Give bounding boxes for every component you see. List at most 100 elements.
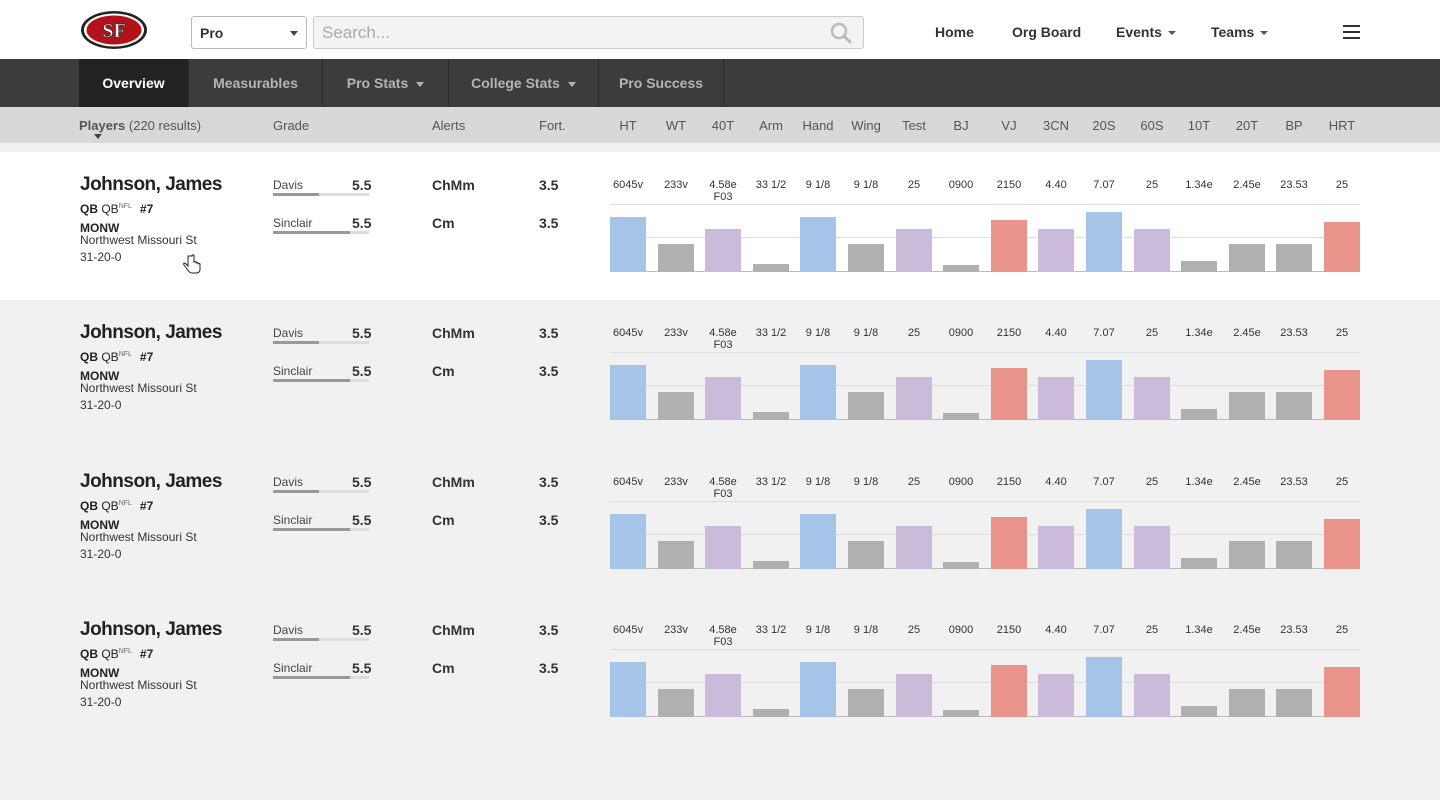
- bar-test[interactable]: [896, 377, 932, 420]
- bar-hrt[interactable]: [1324, 370, 1360, 420]
- column-10t[interactable]: 10T: [1175, 118, 1223, 133]
- bar-wing[interactable]: [848, 541, 884, 569]
- column-40t[interactable]: 40T: [699, 118, 747, 133]
- bar-3cn[interactable]: [1038, 229, 1074, 272]
- bar-10t[interactable]: [1181, 706, 1217, 717]
- column-hrt[interactable]: HRT: [1318, 118, 1366, 133]
- bar-vj[interactable]: [991, 517, 1027, 569]
- bar-hand[interactable]: [800, 514, 836, 569]
- league-selector[interactable]: Pro: [191, 16, 307, 49]
- bar-bp[interactable]: [1276, 244, 1312, 272]
- column-alerts[interactable]: Alerts: [432, 118, 465, 133]
- player-name[interactable]: Johnson, James: [80, 619, 222, 641]
- bar-wing[interactable]: [848, 689, 884, 717]
- column-wing[interactable]: Wing: [842, 118, 890, 133]
- bar-vj[interactable]: [991, 368, 1027, 420]
- bar-ht[interactable]: [610, 217, 646, 272]
- tab-pro-stats[interactable]: Pro Stats: [323, 59, 449, 107]
- bar-40t[interactable]: [705, 674, 741, 717]
- bar-20s[interactable]: [1086, 657, 1122, 717]
- bar-20s[interactable]: [1086, 360, 1122, 420]
- column-fort[interactable]: Fort.: [539, 118, 566, 133]
- bar-20s[interactable]: [1086, 509, 1122, 569]
- bar-40t[interactable]: [705, 377, 741, 420]
- table-row[interactable]: Johnson, James QB QBNFL #7 MONW Northwest Mi…: [0, 300, 1440, 448]
- bar-hrt[interactable]: [1324, 222, 1360, 272]
- column-20s[interactable]: 20S: [1080, 118, 1128, 133]
- table-row[interactable]: Johnson, James QB QBNFL #7 MONW Northwest Mi…: [0, 597, 1440, 745]
- tab-measurables[interactable]: Measurables: [189, 59, 323, 107]
- bar-test[interactable]: [896, 229, 932, 272]
- bar-hrt[interactable]: [1324, 667, 1360, 717]
- search-icon[interactable]: [830, 22, 852, 44]
- bar-test[interactable]: [896, 526, 932, 569]
- column-hand[interactable]: Hand: [794, 118, 842, 133]
- bar-20t[interactable]: [1229, 392, 1265, 420]
- bar-10t[interactable]: [1181, 261, 1217, 272]
- bar-60s[interactable]: [1134, 229, 1170, 272]
- bar-10t[interactable]: [1181, 558, 1217, 569]
- bar-40t[interactable]: [705, 229, 741, 272]
- bar-wt[interactable]: [658, 392, 694, 420]
- search-input[interactable]: [313, 16, 864, 49]
- bar-40t[interactable]: [705, 526, 741, 569]
- nav-teams[interactable]: Teams: [1211, 24, 1269, 40]
- table-row[interactable]: Johnson, James QB QBNFL #7 MONW Northwest Mi…: [0, 449, 1440, 597]
- column-players[interactable]: Players (220 results): [79, 118, 201, 133]
- bar-arm[interactable]: [753, 412, 789, 420]
- bar-bj[interactable]: [943, 562, 979, 569]
- tab-overview[interactable]: Overview: [79, 59, 189, 107]
- nav-events[interactable]: Events: [1116, 24, 1176, 40]
- column-test[interactable]: Test: [890, 118, 938, 133]
- bar-wt[interactable]: [658, 689, 694, 717]
- bar-bj[interactable]: [943, 710, 979, 717]
- bar-ht[interactable]: [610, 365, 646, 420]
- column-arm[interactable]: Arm: [747, 118, 795, 133]
- bar-60s[interactable]: [1134, 526, 1170, 569]
- bar-wt[interactable]: [658, 541, 694, 569]
- bar-ht[interactable]: [610, 662, 646, 717]
- bar-vj[interactable]: [991, 220, 1027, 272]
- bar-bp[interactable]: [1276, 689, 1312, 717]
- bar-hrt[interactable]: [1324, 519, 1360, 569]
- sort-desc-icon[interactable]: [94, 134, 102, 139]
- nav-home[interactable]: Home: [935, 24, 974, 40]
- bar-hand[interactable]: [800, 365, 836, 420]
- bar-20t[interactable]: [1229, 689, 1265, 717]
- team-logo[interactable]: SF: [80, 10, 148, 50]
- bar-arm[interactable]: [753, 709, 789, 717]
- column-20t[interactable]: 20T: [1223, 118, 1271, 133]
- bar-10t[interactable]: [1181, 409, 1217, 420]
- tab-college-stats[interactable]: College Stats: [449, 59, 599, 107]
- bar-3cn[interactable]: [1038, 377, 1074, 420]
- bar-bj[interactable]: [943, 413, 979, 420]
- column-ht[interactable]: HT: [604, 118, 652, 133]
- bar-wing[interactable]: [848, 392, 884, 420]
- nav-org-board[interactable]: Org Board: [1012, 24, 1081, 40]
- menu-icon[interactable]: [1343, 25, 1360, 39]
- bar-hand[interactable]: [800, 662, 836, 717]
- bar-wing[interactable]: [848, 244, 884, 272]
- bar-bp[interactable]: [1276, 392, 1312, 420]
- player-name[interactable]: Johnson, James: [80, 174, 222, 196]
- tab-pro-success[interactable]: Pro Success: [599, 59, 724, 107]
- column-bj[interactable]: BJ: [937, 118, 985, 133]
- player-name[interactable]: Johnson, James: [80, 322, 222, 344]
- column-wt[interactable]: WT: [652, 118, 700, 133]
- column-3cn[interactable]: 3CN: [1032, 118, 1080, 133]
- bar-60s[interactable]: [1134, 377, 1170, 420]
- bar-20t[interactable]: [1229, 541, 1265, 569]
- bar-bp[interactable]: [1276, 541, 1312, 569]
- column-60s[interactable]: 60S: [1128, 118, 1176, 133]
- bar-hand[interactable]: [800, 217, 836, 272]
- bar-arm[interactable]: [753, 561, 789, 569]
- bar-20t[interactable]: [1229, 244, 1265, 272]
- bar-bj[interactable]: [943, 265, 979, 272]
- column-grade[interactable]: Grade: [273, 118, 309, 133]
- bar-3cn[interactable]: [1038, 526, 1074, 569]
- bar-3cn[interactable]: [1038, 674, 1074, 717]
- column-vj[interactable]: VJ: [985, 118, 1033, 133]
- bar-wt[interactable]: [658, 244, 694, 272]
- bar-vj[interactable]: [991, 665, 1027, 717]
- bar-60s[interactable]: [1134, 674, 1170, 717]
